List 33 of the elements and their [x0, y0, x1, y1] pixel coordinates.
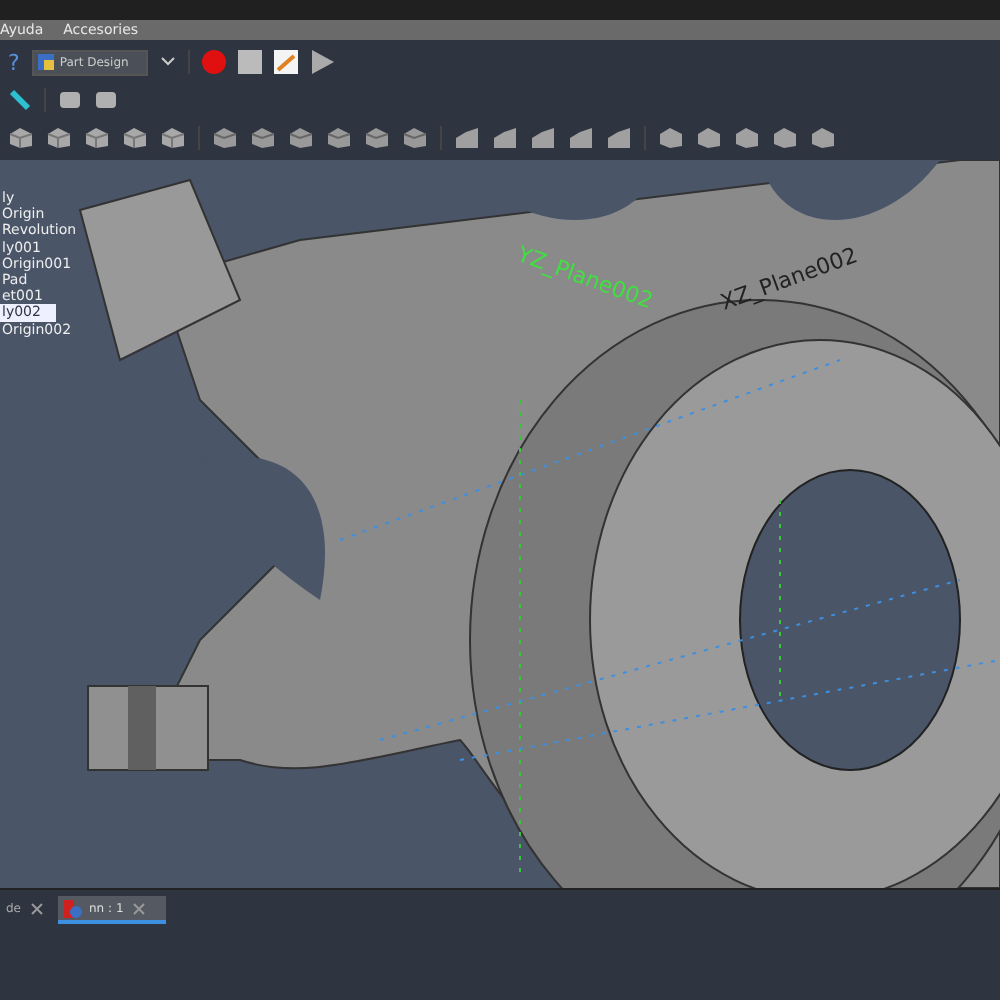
- feature-icon[interactable]: [402, 125, 428, 150]
- feature-icon[interactable]: [8, 125, 34, 150]
- feature-icon[interactable]: [212, 125, 238, 150]
- feature-icon[interactable]: [772, 125, 798, 150]
- feature-icon[interactable]: [84, 125, 110, 150]
- feature-icon[interactable]: [658, 125, 684, 150]
- feature-icon[interactable]: [606, 125, 632, 150]
- feature-icon[interactable]: [364, 125, 390, 150]
- close-icon[interactable]: [29, 901, 43, 915]
- caret-icon[interactable]: [159, 56, 176, 69]
- folder-icon[interactable]: [94, 87, 118, 112]
- record-icon[interactable]: [201, 50, 226, 75]
- workbench-icon: [37, 54, 54, 71]
- feature-icon[interactable]: [326, 125, 352, 150]
- feature-icon[interactable]: [454, 125, 480, 150]
- feature-icon[interactable]: [734, 125, 760, 150]
- part-icon[interactable]: [58, 87, 82, 112]
- feature-icon[interactable]: [250, 125, 276, 150]
- document-icon: [63, 899, 81, 917]
- feature-icon[interactable]: [122, 125, 148, 150]
- feature-icon[interactable]: [696, 125, 722, 150]
- play-icon[interactable]: [309, 50, 334, 75]
- stop-icon[interactable]: [237, 50, 262, 75]
- feature-icon[interactable]: [568, 125, 594, 150]
- macro-editor-icon[interactable]: [273, 50, 298, 75]
- feature-icon[interactable]: [46, 125, 72, 150]
- feature-icon[interactable]: [492, 125, 518, 150]
- feature-icon[interactable]: [288, 125, 314, 150]
- feature-icon[interactable]: [530, 125, 556, 150]
- measure-icon[interactable]: [8, 87, 32, 112]
- feature-icon[interactable]: [810, 125, 836, 150]
- feature-icon[interactable]: [160, 125, 186, 150]
- help-button[interactable]: ?: [8, 49, 20, 76]
